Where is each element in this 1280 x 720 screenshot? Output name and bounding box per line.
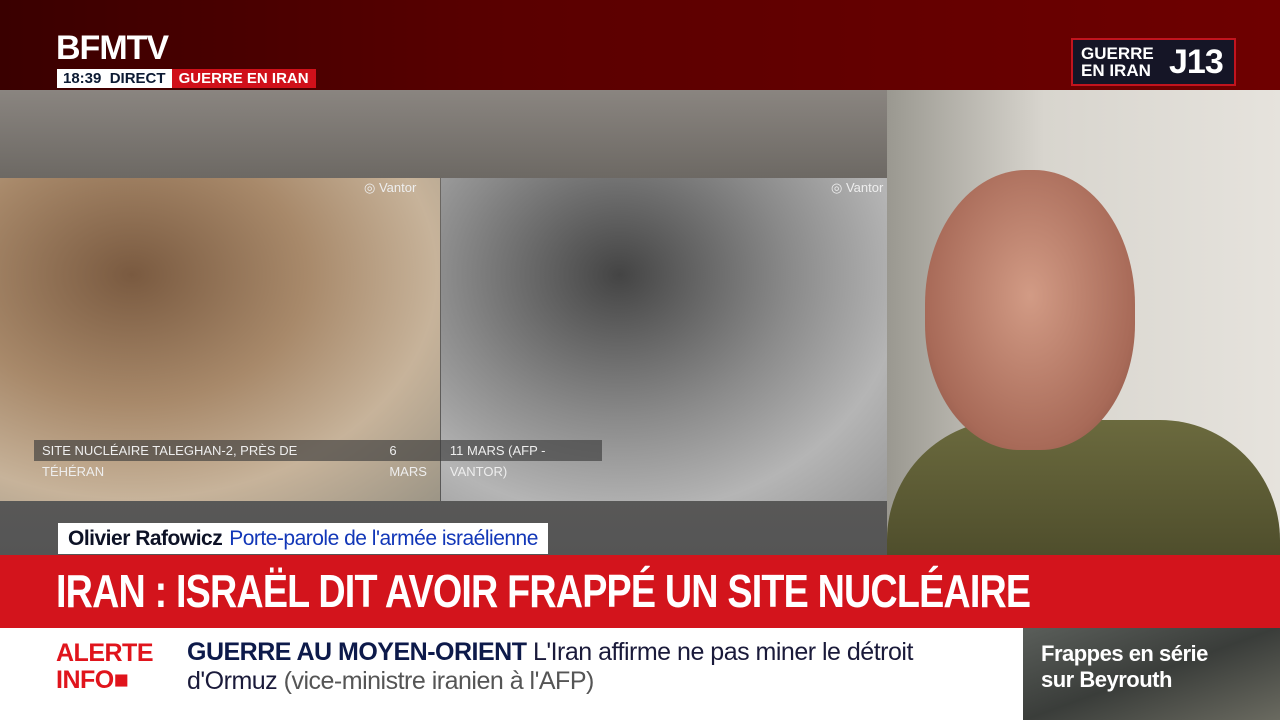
speaker-role: Porte-parole de l'armée israélienne (229, 527, 538, 550)
speaker-face (925, 170, 1135, 450)
image-caption: SITE NUCLÉAIRE TALEGHAN-2, PRÈS DE TÉHÉR… (34, 440, 602, 479)
breaking-ticker: ALERTE INFO■ GUERRE AU MOYEN-ORIENT L'Ira… (0, 628, 1023, 720)
badge-day: J13 (1169, 42, 1224, 81)
watermark-before: ◎ Vantor (364, 180, 417, 195)
speaker-name: Olivier Rafowicz (68, 527, 223, 550)
watermark-after: ◎ Vantor (831, 180, 884, 195)
day-badge: GUERRE EN IRAN J13 (1071, 38, 1236, 86)
next-story-thumbnail: Frappes en série sur Beyrouth (1023, 628, 1280, 720)
ticker-section: GUERRE AU MOYEN-ORIENT (187, 638, 527, 666)
channel-logo: BFMTV (56, 29, 169, 67)
ticker-text: GUERRE AU MOYEN-ORIENT L'Iran affirme ne… (187, 638, 1007, 696)
alert-line2: INFO (56, 666, 114, 694)
next-story-line1: Frappes en série (1041, 641, 1208, 666)
badge-line1: GUERRE (1081, 44, 1154, 63)
caption-date-after: 11 MARS (AFP - VANTOR) (449, 443, 546, 479)
alert-line1: ALERTE (56, 639, 154, 667)
caption-title: SITE NUCLÉAIRE TALEGHAN-2, PRÈS DE TÉHÉR… (42, 443, 298, 479)
headline-band: IRAN : ISRAËL DIT AVOIR FRAPPÉ UN SITE N… (0, 555, 1280, 628)
live-strap: 18:39 DIRECT GUERRE EN IRAN (57, 69, 316, 88)
clock: 18:39 DIRECT (57, 69, 172, 88)
topic-label: GUERRE EN IRAN (171, 69, 316, 88)
time: 18:39 (63, 70, 102, 87)
caption-date-before: 6 MARS (389, 443, 427, 479)
live-label: DIRECT (109, 70, 166, 87)
speaker-uniform (887, 420, 1280, 555)
badge-topic: GUERRE EN IRAN (1081, 45, 1169, 79)
next-story-line2: sur Beyrouth (1041, 667, 1172, 692)
headline: IRAN : ISRAËL DIT AVOIR FRAPPÉ UN SITE N… (56, 565, 1031, 617)
watermark-text: Vantor (845, 180, 884, 195)
alert-label: ALERTE INFO■ (56, 639, 154, 694)
speaker-lower-third: Olivier Rafowicz Porte-parole de l'armée… (58, 523, 548, 554)
watermark-text: Vantor (378, 180, 417, 195)
badge-line2: EN IRAN (1081, 61, 1151, 80)
ticker-source: (vice-ministre iranien à l'AFP) (283, 667, 595, 695)
